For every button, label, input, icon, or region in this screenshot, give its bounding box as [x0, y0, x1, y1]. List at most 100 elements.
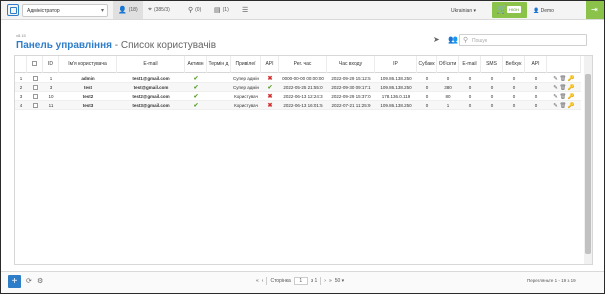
menu-button[interactable]: ☰ — [237, 1, 253, 19]
search-placeholder: Пошук — [472, 38, 488, 44]
key-icon[interactable]: 🔑 — [568, 85, 575, 91]
cell-privileges: Користувач — [234, 94, 258, 99]
add-user-button[interactable]: + — [8, 275, 21, 288]
key-icon[interactable]: 🔑 — [568, 103, 575, 109]
role-select[interactable]: Адміністратор ▾ — [22, 4, 108, 17]
events-count-button[interactable]: ▤ (1) — [209, 1, 234, 19]
chevron-down-icon: ▾ — [100, 8, 104, 14]
header-webhook[interactable]: Вебхук — [503, 56, 525, 73]
cart-button[interactable]: 🛒 HIGH — [492, 2, 527, 18]
app-logo-icon[interactable] — [7, 4, 19, 16]
key-icon[interactable]: 🔑 — [568, 76, 575, 82]
delete-icon[interactable]: 🗑 — [559, 85, 568, 91]
row-checkbox[interactable] — [32, 94, 38, 100]
row-number: 4 — [19, 103, 23, 108]
header-reg-time[interactable]: Рег. час — [279, 56, 327, 73]
header-privileges[interactable]: Привілеї — [231, 56, 261, 73]
header-api-count[interactable]: API — [525, 56, 547, 73]
cell-subaccounts: 0 — [425, 94, 429, 99]
header-email-count[interactable]: E-mail — [459, 56, 481, 73]
markers-count-button[interactable]: ⚲ (0) — [183, 1, 206, 19]
header-api[interactable]: API — [261, 56, 279, 73]
header-login-time[interactable]: Час входу — [327, 56, 375, 73]
row-select[interactable] — [27, 74, 43, 83]
row-select[interactable] — [27, 92, 43, 101]
table-row[interactable]: 3 10 test2 test2@gmail.com ✔ Користувач ✖ 2022-… — [15, 92, 581, 101]
user-menu[interactable]: 👤 Demo — [533, 4, 581, 17]
table-row[interactable]: 4 11 test3 test3@gmail.com ✔ Користувач ✖ 2022-… — [15, 101, 581, 110]
key-icon[interactable]: 🔑 — [568, 94, 575, 100]
delete-icon[interactable]: 🗑 — [559, 103, 568, 109]
delete-icon[interactable]: 🗑 — [559, 76, 568, 82]
delete-icon[interactable]: 🗑 — [559, 94, 568, 100]
send-icon[interactable]: ➤ — [433, 35, 443, 45]
cell-api: ✖ — [261, 101, 279, 110]
header-id[interactable]: ID — [43, 56, 59, 73]
scrollbar-thumb[interactable] — [585, 74, 591, 254]
cell-reg-time: 2022-06-13 12:24:3 — [283, 94, 323, 99]
cell-username: test — [83, 85, 92, 90]
cell-privileges: Користувач — [234, 103, 258, 108]
row-select[interactable] — [27, 83, 43, 92]
prev-page-button[interactable]: ‹ — [262, 278, 264, 284]
cell-api: ✖ — [261, 74, 279, 83]
cell-term — [207, 92, 231, 101]
cell-term — [207, 101, 231, 110]
language-select[interactable]: Ukrainian ▾ — [451, 4, 487, 17]
cell-email-count: 0 — [468, 85, 472, 90]
cell-sms: 0 — [490, 103, 494, 108]
row-checkbox[interactable] — [32, 76, 38, 82]
cell-objects: 1 — [446, 103, 450, 108]
check-icon: ✔ — [193, 103, 199, 109]
header-username[interactable]: Ім'я користувача — [59, 56, 117, 73]
first-page-button[interactable]: « — [256, 278, 259, 284]
events-count: (1) — [222, 7, 229, 13]
row-select[interactable] — [27, 101, 43, 110]
header-term[interactable]: Термін д — [207, 56, 231, 73]
logout-icon: ⇥ — [591, 5, 598, 14]
header-select[interactable] — [27, 56, 43, 73]
header-sms[interactable]: SMS — [481, 56, 503, 73]
cell-webhook: 0 — [512, 85, 516, 90]
cell-reg-time: 2022-06-13 16:01:5 — [283, 103, 323, 108]
cell-email-count: 0 — [468, 103, 472, 108]
toolbar: ➤ 👥 — [433, 35, 458, 45]
vertical-scrollbar[interactable] — [584, 56, 592, 264]
row-checkbox[interactable] — [32, 85, 38, 91]
users-count-button[interactable]: 👤 (18) — [113, 1, 143, 19]
cell-email: test2@gmail.com — [132, 94, 170, 99]
footer-bar: + ⟳ ⚙ « ‹ Сторінка 1 з 1 › » 50 ▾ Перегл… — [1, 271, 604, 293]
users-table: ID Ім'я користувача E-mail Активн Термін… — [14, 55, 593, 265]
search-input[interactable]: ⚲ Пошук — [459, 34, 587, 46]
row-number: 2 — [19, 85, 23, 90]
cell-api-count: 0 — [534, 103, 538, 108]
cell-reg-time: 0000-00-00 00:00:00 — [282, 76, 324, 81]
cell-active: ✔ — [185, 83, 207, 92]
page-size-value: 50 — [334, 278, 341, 284]
page-title-main: Панель управління — [16, 40, 112, 51]
users-icon[interactable]: 👥 — [448, 35, 458, 45]
map-pin-icon: ⌖ — [148, 6, 152, 13]
objects-count-button[interactable]: ⌖ (385/3) — [143, 1, 175, 19]
header-subaccounts[interactable]: Субакк — [417, 56, 437, 73]
table-row[interactable]: 2 3 test test@gmail.com ✔ Супер адмін ✔ 2022-05… — [15, 83, 581, 92]
page-input[interactable]: 1 — [293, 277, 308, 285]
header-ip[interactable]: IP — [375, 56, 417, 73]
row-checkbox[interactable] — [32, 103, 38, 109]
select-all-checkbox[interactable] — [32, 61, 37, 67]
chevron-down-icon: ▾ — [473, 8, 477, 14]
cell-objects: 80 — [445, 94, 451, 99]
header-active[interactable]: Активн — [185, 56, 207, 73]
last-page-button[interactable]: » — [329, 278, 332, 284]
logout-button[interactable]: ⇥ — [586, 1, 604, 19]
next-page-button[interactable]: › — [324, 278, 326, 284]
refresh-icon[interactable]: ⟳ — [26, 277, 32, 285]
settings-icon[interactable]: ⚙ — [37, 277, 43, 285]
header-objects[interactable]: Об'єкти — [437, 56, 459, 73]
header-email[interactable]: E-mail — [117, 56, 185, 73]
cell-id: 1 — [49, 76, 53, 81]
cell-privileges: Супер адмін — [233, 76, 259, 81]
cell-privileges: Супер адмін — [233, 85, 259, 90]
page-size-select[interactable]: 50 ▾ — [335, 278, 344, 284]
table-row[interactable]: 1 1 admin test1@gmail.com ✔ Супер адмін ✖ 0000-… — [15, 74, 581, 83]
